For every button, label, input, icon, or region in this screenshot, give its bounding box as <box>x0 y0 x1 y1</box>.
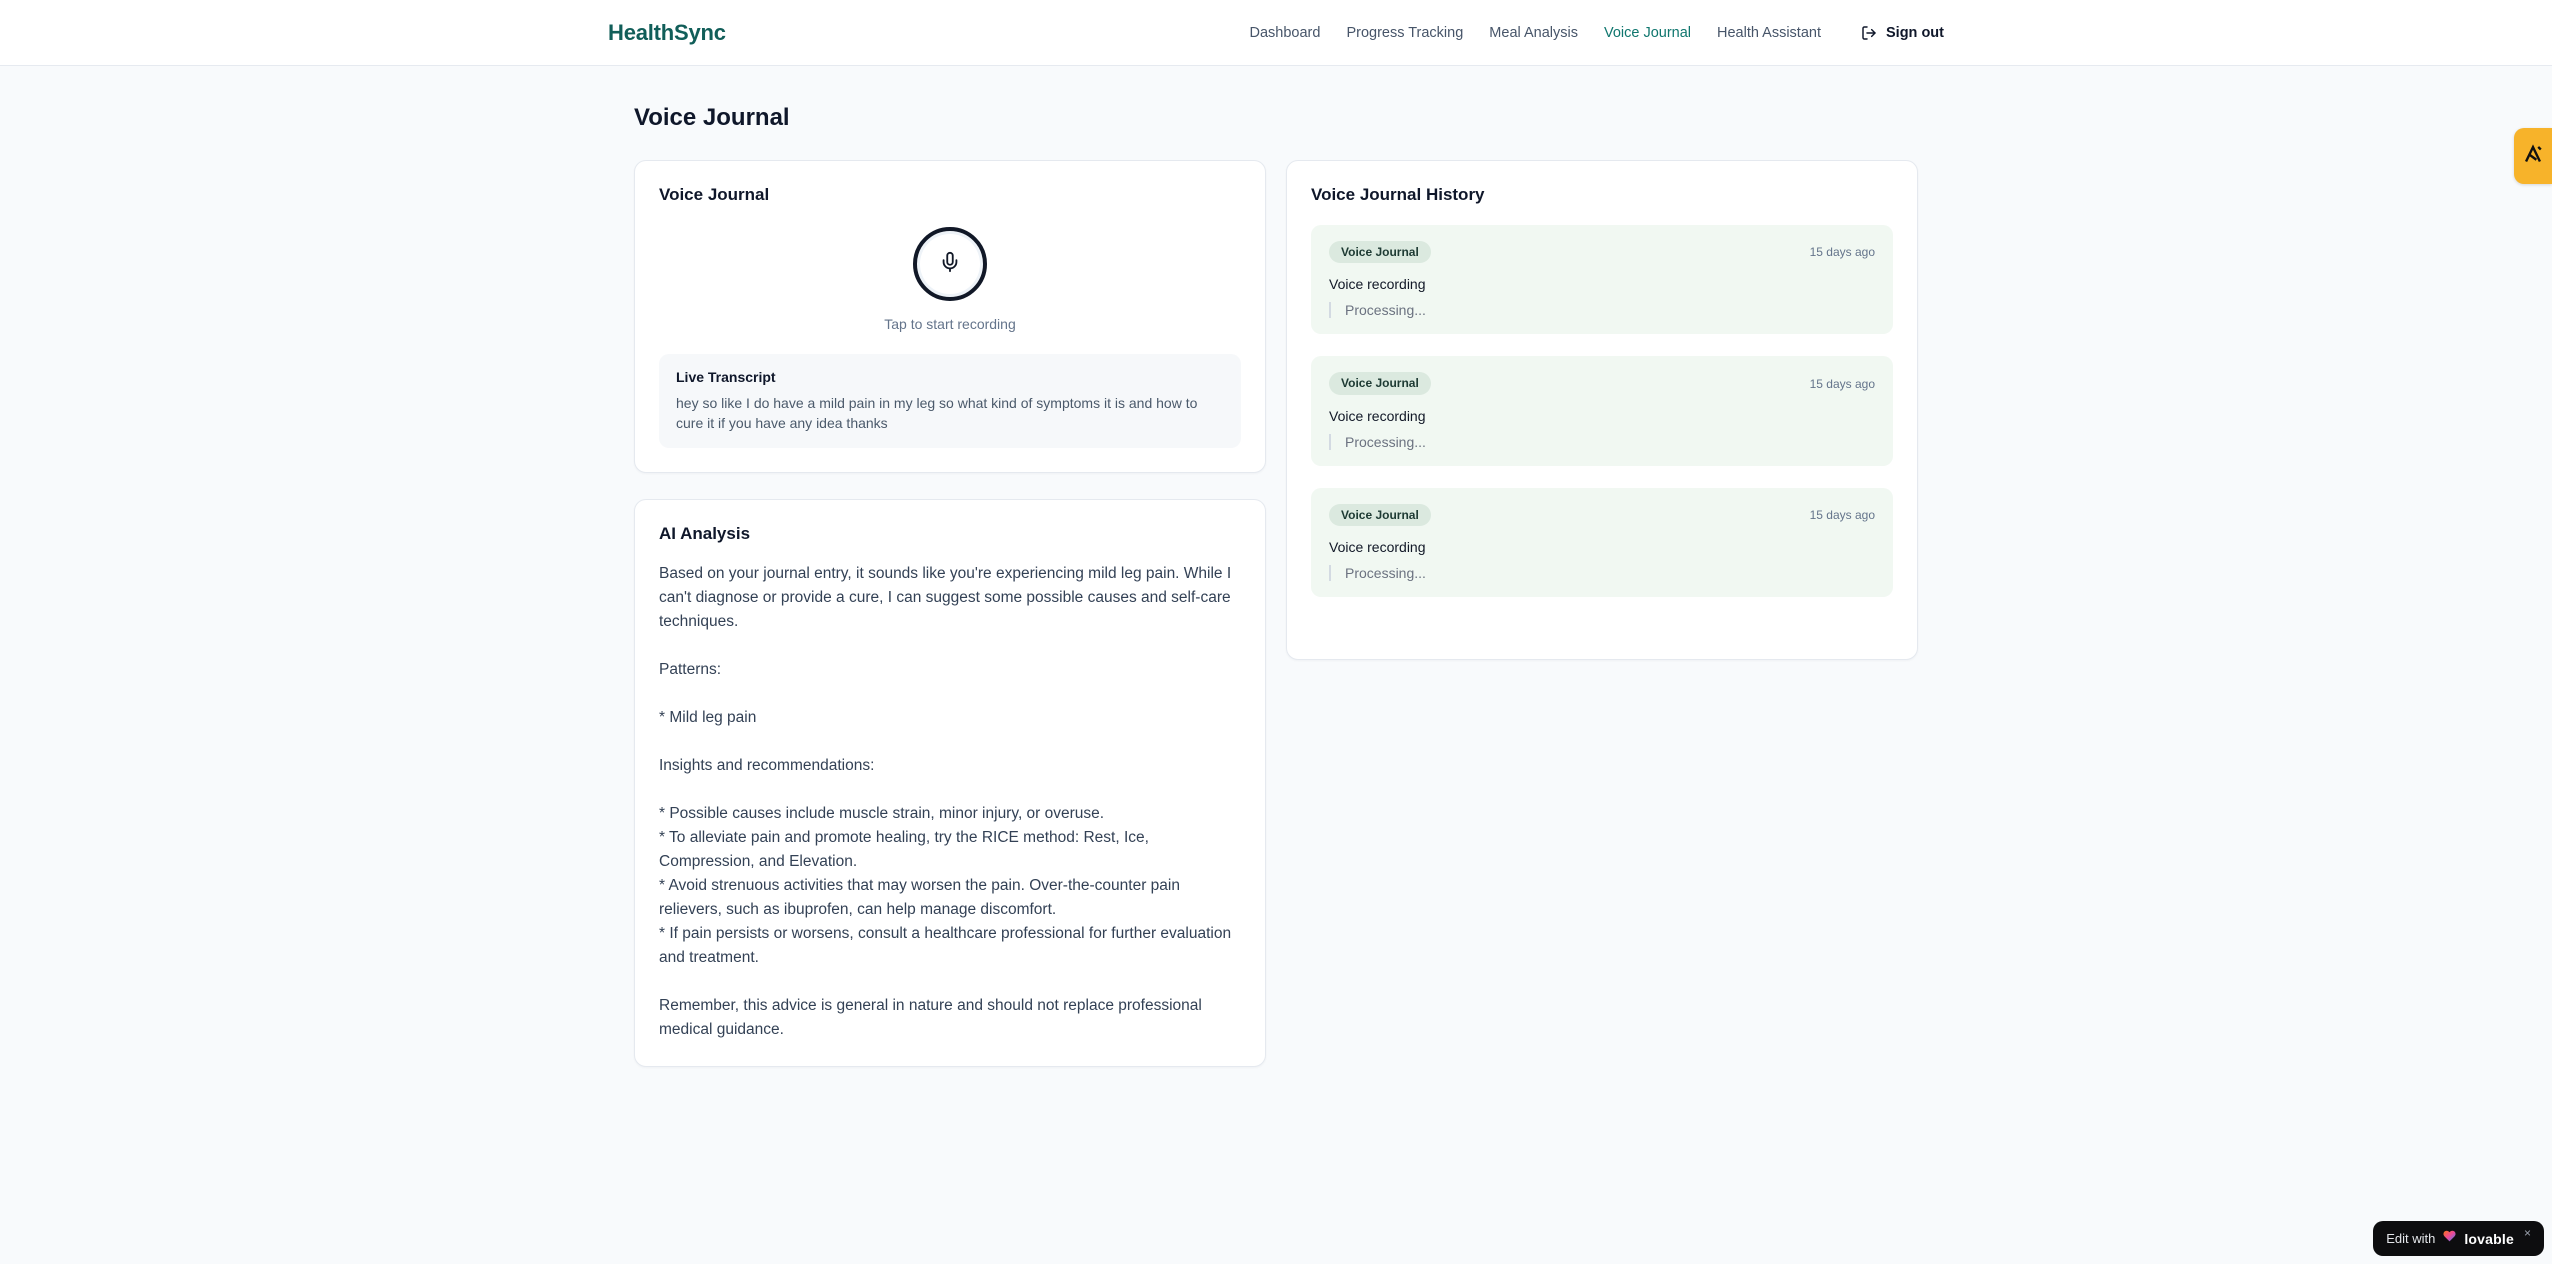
entry-title: Voice recording <box>1329 539 1426 556</box>
page-title: Voice Journal <box>634 104 790 131</box>
live-transcript-title: Live Transcript <box>676 369 776 385</box>
live-transcript-text: hey so like I do have a mild pain in my … <box>676 395 1198 431</box>
ai-analysis-card: AI Analysis Based on your journal entry,… <box>634 499 1266 1067</box>
entry-status: Processing... <box>1329 302 1875 319</box>
nav-item-dashboard[interactable]: Dashboard <box>1250 25 1321 41</box>
recorder-card-title: Voice Journal <box>659 185 770 204</box>
heart-icon <box>2442 1229 2457 1248</box>
brand-logo[interactable]: HealthSync <box>608 20 726 46</box>
entry-type-badge: Voice Journal <box>1329 372 1431 395</box>
entry-timestamp: 15 days ago <box>1809 376 1875 391</box>
history-entry[interactable]: Voice Journal 15 days ago Voice recordin… <box>1311 225 1893 335</box>
history-list: Voice Journal 15 days ago Voice recordin… <box>1311 225 1893 598</box>
page-content: Voice Journal Voice Journal Tap to start… <box>634 66 1918 1067</box>
left-column: Voice Journal Tap to start recording Liv… <box>634 160 1266 1067</box>
sign-out-label: Sign out <box>1886 24 1944 41</box>
lovable-brand-label: lovable <box>2464 1230 2514 1247</box>
editor-side-tab[interactable] <box>2514 128 2552 184</box>
entry-title: Voice recording <box>1329 407 1426 424</box>
edit-with-lovable-badge[interactable]: Edit with lovable × <box>2373 1221 2544 1256</box>
edit-with-label: Edit with <box>2386 1231 2436 1246</box>
tap-to-record-hint: Tap to start recording <box>884 316 1016 332</box>
entry-status: Processing... <box>1329 565 1875 582</box>
entry-title: Voice recording <box>1329 276 1426 293</box>
sign-out-button[interactable]: Sign out <box>1861 25 1944 41</box>
entry-status: Processing... <box>1329 433 1875 450</box>
logout-icon <box>1861 25 1877 41</box>
entry-timestamp: 15 days ago <box>1809 507 1875 522</box>
history-card-title: Voice Journal History <box>1311 185 1485 204</box>
voice-journal-recorder-card: Voice Journal Tap to start recording Liv… <box>634 160 1266 473</box>
nav-item-progress-tracking[interactable]: Progress Tracking <box>1346 25 1463 41</box>
ai-analysis-body: Based on your journal entry, it sounds l… <box>659 565 1232 1038</box>
ai-analysis-title: AI Analysis <box>659 524 751 543</box>
nav-item-health-assistant[interactable]: Health Assistant <box>1717 25 1821 41</box>
voice-journal-history-card: Voice Journal History Voice Journal 15 d… <box>1286 160 1918 660</box>
entry-type-badge: Voice Journal <box>1329 503 1431 527</box>
nav-item-meal-analysis[interactable]: Meal Analysis <box>1489 25 1578 41</box>
app-header: HealthSync Dashboard Progress Tracking M… <box>0 0 2552 66</box>
record-button[interactable] <box>913 227 987 301</box>
main-nav: Dashboard Progress Tracking Meal Analysi… <box>1250 25 1945 41</box>
entry-timestamp: 15 days ago <box>1809 245 1875 260</box>
live-transcript-box: Live Transcript hey so like I do have a … <box>659 354 1241 448</box>
lovable-tab-icon <box>2522 143 2544 170</box>
microphone-icon <box>939 251 961 278</box>
history-entry[interactable]: Voice Journal 15 days ago Voice recordin… <box>1311 356 1893 466</box>
history-entry[interactable]: Voice Journal 15 days ago Voice recordin… <box>1311 487 1893 598</box>
right-column: Voice Journal History Voice Journal 15 d… <box>1286 160 1918 660</box>
entry-type-badge: Voice Journal <box>1329 241 1431 264</box>
nav-item-voice-journal[interactable]: Voice Journal <box>1604 25 1691 41</box>
close-icon[interactable]: × <box>2524 1226 2531 1240</box>
